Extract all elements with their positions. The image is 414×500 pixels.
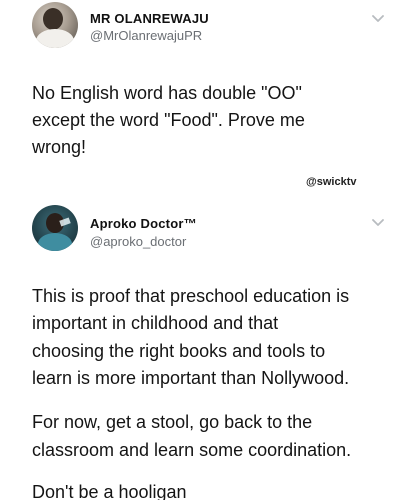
avatar-figure-body — [38, 233, 72, 251]
tweet-text-line: For now, get a stool, go back to the — [32, 412, 313, 432]
tweet-text-line: This is proof that preschool education i… — [32, 286, 350, 306]
chevron-down-icon[interactable] — [371, 14, 385, 24]
avatar-figure-head — [43, 8, 63, 30]
avatar[interactable] — [32, 205, 78, 251]
tweet-text-line: except the word "Food". Prove me — [32, 110, 305, 130]
tweet-text-line: learn is more important than Nollywood. — [32, 368, 350, 388]
tweet-text-line: wrong! — [32, 137, 87, 157]
tweet-text-line: important in childhood and that — [32, 313, 279, 333]
tweet-text-line: classroom and learn some coordination. — [32, 440, 352, 460]
tweet-1: MR OLANREWAJU @MrOlanrewajuPR No English… — [0, 0, 414, 196]
user-handle[interactable]: @aproko_doctor — [90, 234, 186, 249]
tweet-text-line: No English word has double "OO" — [32, 83, 302, 103]
chevron-down-icon[interactable] — [371, 218, 385, 228]
user-handle[interactable]: @MrOlanrewajuPR — [90, 28, 202, 43]
tweet-text-line: choosing the right books and tools to — [32, 341, 326, 361]
screenshot-page: MR OLANREWAJU @MrOlanrewajuPR No English… — [0, 0, 414, 500]
watermark: @swicktv — [306, 176, 357, 188]
display-name[interactable]: MR OLANREWAJU — [90, 11, 209, 26]
tweet-text-line: Don't be a hooligan — [32, 482, 187, 500]
avatar-figure-shirt — [36, 29, 74, 48]
display-name[interactable]: Aproko Doctor™ — [90, 216, 197, 231]
avatar[interactable] — [32, 2, 78, 48]
